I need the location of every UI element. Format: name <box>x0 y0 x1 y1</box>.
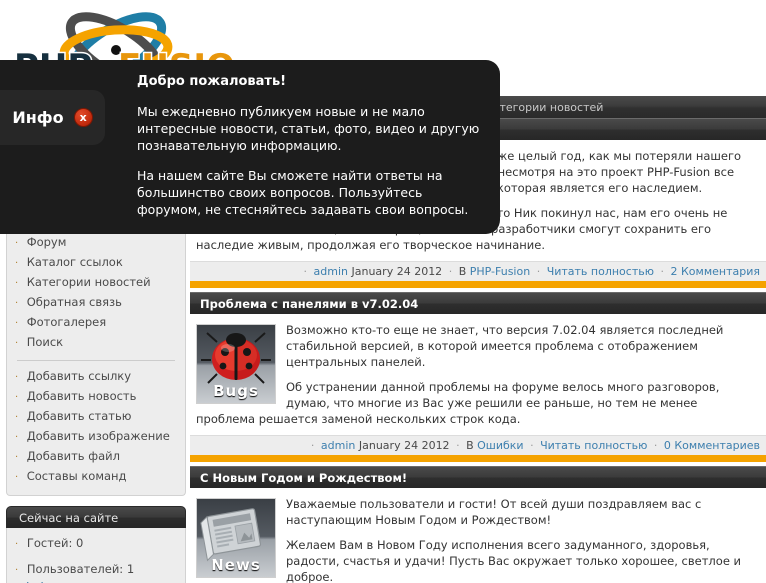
sidebar-item-label[interactable]: Добавить новость <box>27 389 137 403</box>
news-paragraph: Возможно кто-то еще не знает, что версия… <box>286 323 724 369</box>
bullet-icon: · <box>15 565 19 576</box>
sidebar-item-label[interactable]: Добавить ссылку <box>27 369 131 383</box>
panel-online-body: · Гостей: 0 · Пользователей: 1 admin · В… <box>6 528 186 583</box>
sidebar-item-label[interactable]: Добавить статью <box>27 409 132 423</box>
stat-guests: · Гостей: 0 <box>15 535 177 553</box>
news-thumbnail-caption: Bugs <box>213 382 259 400</box>
news-readmore-link[interactable]: Читать полностью <box>547 265 654 278</box>
sidebar-item-label[interactable]: Категории новостей <box>27 275 151 289</box>
news-paragraph: Уважаемые пользователи и гости! От всей … <box>286 497 702 527</box>
bullet-icon: · <box>15 318 19 329</box>
news-item: С Новым Годом и Рождеством! News Уважаем… <box>190 466 766 583</box>
newspaper-icon <box>200 508 262 562</box>
sidebar-item-poisk[interactable]: · Поиск <box>15 333 177 353</box>
info-overlay-box: Добро пожаловать! Мы ежедневно публикуем… <box>0 60 500 234</box>
news-readmore-link[interactable]: Читать полностью <box>540 439 647 452</box>
sidebar-item-label[interactable]: Поиск <box>27 335 63 349</box>
news-date: January 24 2012 <box>351 265 443 278</box>
info-overlay-title: Добро пожаловать! <box>137 74 287 89</box>
news-paragraph: Об устранении данной проблемы на форуме … <box>196 380 720 426</box>
info-tab-label: Инфо <box>12 108 64 127</box>
topnav-item-5[interactable]: Категории новостей <box>485 101 604 114</box>
bullet-icon: · <box>15 278 19 289</box>
footer-dot-icon: · <box>310 439 315 452</box>
footer-dot-icon: · <box>536 265 541 278</box>
sidebar-item-label[interactable]: Добавить изображение <box>27 429 170 443</box>
news-comments-link[interactable]: 0 Комментариев <box>664 439 760 452</box>
navigation-list-secondary: · Добавить ссылку · Добавить новость · Д… <box>15 367 177 487</box>
ladybug-icon <box>201 332 271 384</box>
stat-spacer <box>15 553 177 561</box>
sidebar-item-label[interactable]: Добавить файл <box>27 449 120 463</box>
sidebar-item-dobavit-izobrazhenie[interactable]: · Добавить изображение <box>15 427 177 447</box>
stat-guests-label: Гостей: 0 <box>26 536 84 550</box>
news-category-link[interactable]: PHP-Fusion <box>470 265 530 278</box>
sidebar-item-dobavit-statyu[interactable]: · Добавить статью <box>15 407 177 427</box>
news-footer: · admin January 24 2012 · В Ошибки · Чит… <box>190 435 766 455</box>
footer-dot-icon: · <box>653 439 658 452</box>
news-author-link[interactable]: admin <box>314 265 348 278</box>
bullet-icon: · <box>15 432 19 443</box>
bullet-icon: · <box>15 298 19 309</box>
footer-dot-icon: · <box>660 265 665 278</box>
news-category-link[interactable]: Ошибки <box>477 439 523 452</box>
sidebar-item-sostavy-komand[interactable]: · Составы команд <box>15 467 177 487</box>
footer-dot-icon: · <box>456 439 460 452</box>
info-overlay-paragraph: Мы ежедневно публикуем новые и не мало и… <box>137 104 480 153</box>
sidebar-item-label[interactable]: Фотогалерея <box>27 315 106 329</box>
sidebar-item-label[interactable]: Форум <box>27 235 67 249</box>
info-overlay-paragraph: На нашем сайте Вы сможете найти ответы н… <box>137 168 469 217</box>
sidebar-item-forum[interactable]: · Форум <box>15 233 177 253</box>
news-title: Проблема с панелями в v7.02.04 <box>190 292 766 314</box>
news-comments-link[interactable]: 2 Комментария <box>671 265 761 278</box>
bullet-icon: · <box>15 372 19 383</box>
sidebar-divider <box>17 360 175 361</box>
news-body: News Уважаемые пользователи и гости! От … <box>190 488 766 583</box>
sidebar-item-dobavit-ssylku[interactable]: · Добавить ссылку <box>15 367 177 387</box>
panel-who-is-online: Сейчас на сайте · Гостей: 0 · Пользовате… <box>6 506 186 583</box>
bullet-icon: · <box>15 452 19 463</box>
sidebar-item-katalog-ssylok[interactable]: · Каталог ссылок <box>15 253 177 273</box>
stat-member-link-row: admin <box>15 579 177 583</box>
sidebar-item-label[interactable]: Составы команд <box>27 469 127 483</box>
bullet-icon: · <box>15 412 19 423</box>
news-category-prefix: В <box>466 439 474 452</box>
bullet-icon: · <box>15 539 19 550</box>
bullet-icon: · <box>15 258 19 269</box>
sidebar-item-fotogalereya[interactable]: · Фотогалерея <box>15 313 177 333</box>
news-date: January 24 2012 <box>358 439 450 452</box>
close-icon[interactable]: x <box>73 108 93 127</box>
bullet-icon: · <box>15 338 19 349</box>
news-category-prefix: В <box>458 265 467 278</box>
news-separator-orange <box>190 455 766 462</box>
panel-online-title: Сейчас на сайте <box>6 506 186 528</box>
news-author-link[interactable]: admin <box>321 439 355 452</box>
news-thumbnail-bugs[interactable]: Bugs <box>196 324 276 404</box>
news-footer: · admin January 24 2012 · В PHP-Fusion ·… <box>190 261 766 281</box>
sidebar-item-dobavit-fayl[interactable]: · Добавить файл <box>15 447 177 467</box>
sidebar-item-dobavit-novost[interactable]: · Добавить новость <box>15 387 177 407</box>
sidebar-item-label[interactable]: Обратная связь <box>27 295 122 309</box>
sidebar-item-obratnaya-svyaz[interactable]: · Обратная связь <box>15 293 177 313</box>
info-tab[interactable]: Инфо x <box>0 90 105 145</box>
news-paragraph: Желаем Вам в Новом Году исполнения всего… <box>286 538 742 583</box>
sidebar-item-label[interactable]: Каталог ссылок <box>27 255 123 269</box>
news-title: С Новым Годом и Рождеством! <box>190 466 766 488</box>
bullet-icon: · <box>15 392 19 403</box>
footer-dot-icon: · <box>530 439 534 452</box>
stat-members-label: Пользователей: 1 <box>26 562 135 576</box>
stat-members: · Пользователей: 1 <box>15 561 177 579</box>
bullet-icon: · <box>15 238 19 249</box>
footer-dot-icon: · <box>303 265 308 278</box>
news-thumbnail-news[interactable]: News <box>196 498 276 578</box>
bullet-icon: · <box>15 472 19 483</box>
news-separator-orange <box>190 281 766 288</box>
news-item: Проблема с панелями в v7.02.04 Bugs Возм… <box>190 292 766 455</box>
news-thumbnail-caption: News <box>211 556 261 574</box>
footer-dot-icon: · <box>448 265 453 278</box>
sidebar-item-kategorii-novostey[interactable]: · Категории новостей <box>15 273 177 293</box>
news-body: Bugs Возможно кто-то еще не знает, что в… <box>190 314 766 435</box>
